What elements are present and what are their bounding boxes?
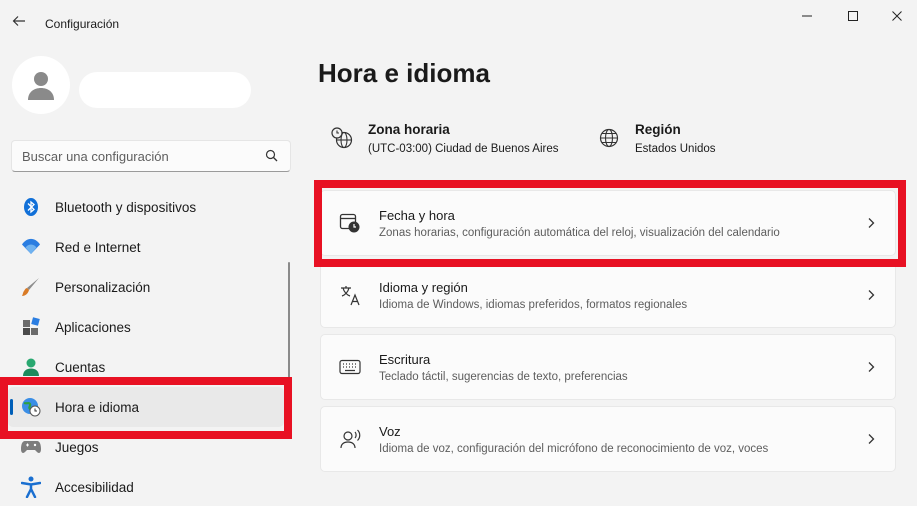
region-value: Estados Unidos: [635, 143, 716, 155]
search-input[interactable]: [12, 141, 252, 171]
sidebar-item-accessibility[interactable]: Accesibilidad: [8, 467, 284, 506]
sidebar-item-apps[interactable]: Aplicaciones: [8, 307, 284, 347]
sidebar-item-label: Bluetooth y dispositivos: [55, 199, 197, 215]
close-icon: [892, 11, 902, 21]
card-subtitle: Idioma de Windows, idiomas preferidos, f…: [379, 298, 688, 311]
page-title: Hora e idioma: [318, 58, 490, 88]
globe-clock-icon: [330, 126, 354, 150]
minimize-icon: [802, 15, 812, 17]
sidebar-item-bluetooth[interactable]: Bluetooth y dispositivos: [8, 187, 284, 227]
globe-icon: [597, 126, 621, 150]
sidebar-item-label: Personalización: [55, 279, 151, 295]
maximize-icon: [848, 11, 858, 21]
wifi-icon: [20, 236, 42, 258]
sidebar-item-label: Juegos: [55, 439, 99, 455]
timezone-title: Zona horaria: [368, 122, 450, 137]
back-arrow-icon: [12, 16, 25, 26]
card-language-region[interactable]: Idioma y región Idioma de Windows, idiom…: [320, 262, 896, 328]
speech-icon: [339, 428, 361, 450]
bluetooth-icon: [20, 196, 42, 218]
brush-icon: [20, 276, 42, 298]
chevron-right-icon: [863, 359, 879, 375]
sidebar-item-label: Red e Internet: [55, 239, 141, 255]
person-icon: [20, 356, 42, 378]
app-title: Configuración: [45, 17, 120, 31]
profile-name-placeholder: [79, 72, 251, 108]
sidebar-item-label: Cuentas: [55, 359, 106, 375]
sidebar-item-label: Accesibilidad: [55, 479, 134, 495]
highlight-box-date-time: [314, 180, 906, 267]
sidebar-item-label: Aplicaciones: [55, 319, 131, 335]
search-icon[interactable]: [265, 149, 278, 167]
user-icon: [28, 72, 54, 100]
accessibility-icon: [20, 476, 42, 498]
card-speech[interactable]: Voz Idioma de voz, configuración del mic…: [320, 406, 896, 472]
gamepad-icon: [20, 436, 42, 458]
card-title: Voz: [379, 423, 401, 439]
keyboard-icon: [339, 356, 361, 378]
avatar[interactable]: [12, 56, 70, 114]
language-icon: [339, 284, 361, 306]
maximize-button[interactable]: [838, 4, 868, 28]
card-subtitle: Idioma de voz, configuración del micrófo…: [379, 442, 769, 455]
card-typing[interactable]: Escritura Teclado táctil, sugerencias de…: [320, 334, 896, 400]
back-button[interactable]: [8, 10, 30, 32]
region-title: Región: [635, 122, 681, 137]
minimize-button[interactable]: [792, 4, 822, 28]
timezone-value: (UTC-03:00) Ciudad de Buenos Aires: [368, 143, 559, 155]
search-box[interactable]: [11, 140, 291, 172]
card-title: Idioma y región: [379, 279, 468, 295]
quick-info-region: Región Estados Unidos: [597, 120, 716, 155]
sidebar-nav: Bluetooth y dispositivos Red e Internet …: [8, 187, 284, 506]
close-button[interactable]: [882, 4, 912, 28]
highlight-box-nav: [0, 377, 292, 439]
title-bar: Configuración: [0, 0, 917, 46]
sidebar-item-personalization[interactable]: Personalización: [8, 267, 284, 307]
apps-icon: [20, 316, 42, 338]
card-title: Escritura: [379, 351, 431, 367]
quick-info-timezone: Zona horaria (UTC-03:00) Ciudad de Bueno…: [330, 120, 559, 155]
chevron-right-icon: [863, 431, 879, 447]
sidebar-item-network[interactable]: Red e Internet: [8, 227, 284, 267]
card-subtitle: Teclado táctil, sugerencias de texto, pr…: [379, 370, 628, 383]
chevron-right-icon: [863, 287, 879, 303]
